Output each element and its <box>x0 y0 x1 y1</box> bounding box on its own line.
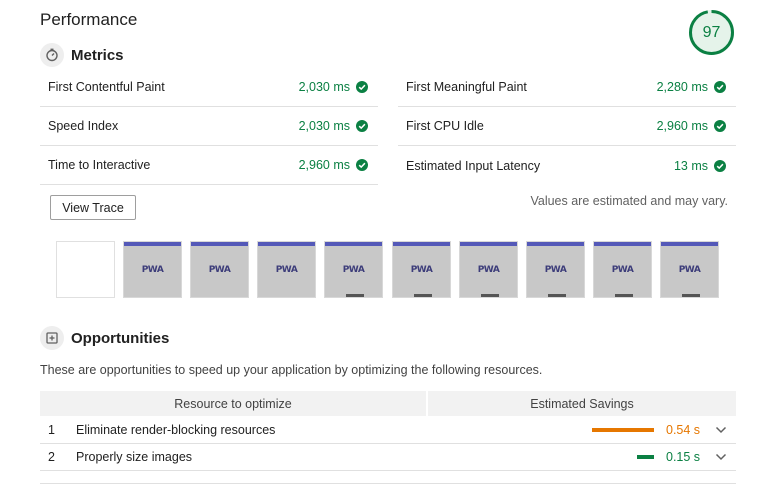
filmstrip-frame: PWA <box>526 241 585 298</box>
opportunity-index: 1 <box>48 423 55 437</box>
opportunity-icon <box>40 326 64 350</box>
filmstrip-frame: PWA <box>593 241 652 298</box>
metric-first-contentful-paint: First Contentful Paint 2,030 ms <box>40 68 378 107</box>
filmstrip-frame: PWA <box>660 241 719 298</box>
metric-value: 2,030 ms <box>298 119 350 133</box>
savings-bar <box>592 428 654 432</box>
savings-bar <box>637 455 654 459</box>
metric-value: 2,280 ms <box>656 80 708 94</box>
metric-first-meaningful-paint: First Meaningful Paint 2,280 ms <box>398 68 736 107</box>
metric-label: Estimated Input Latency <box>406 158 541 173</box>
pass-check-icon <box>714 159 726 172</box>
metric-time-to-interactive: Time to Interactive 2,960 ms <box>40 146 378 185</box>
opportunities-description: These are opportunities to speed up your… <box>40 363 543 377</box>
metric-value: 2,960 ms <box>656 119 708 133</box>
pass-check-icon <box>356 159 368 171</box>
pass-check-icon <box>714 120 726 132</box>
metrics-section-title: Metrics <box>71 46 124 64</box>
opportunity-index: 2 <box>48 450 55 464</box>
filmstrip-frame: PWA <box>257 241 316 298</box>
opportunity-row-render-blocking[interactable]: 1 Eliminate render-blocking resources 0.… <box>40 417 736 444</box>
opportunities-table-header: Resource to optimize Estimated Savings <box>40 391 736 416</box>
opportunity-savings: 0.15 s <box>666 450 701 464</box>
pwa-logo: PWA <box>275 265 298 275</box>
opportunities-section-header: Opportunities <box>40 326 169 350</box>
pass-check-icon <box>356 120 368 132</box>
filmstrip-frame: PWA <box>392 241 451 298</box>
opportunity-name: Properly size images <box>76 450 193 464</box>
column-header-resource: Resource to optimize <box>40 391 426 416</box>
filmstrip-frame: PWA <box>190 241 249 298</box>
metric-label: First CPU Idle <box>406 119 484 133</box>
pwa-logo: PWA <box>410 265 433 275</box>
chevron-down-icon[interactable] <box>714 425 728 435</box>
pwa-logo: PWA <box>544 265 567 275</box>
metric-value: 2,030 ms <box>298 80 350 94</box>
pwa-logo: PWA <box>477 265 500 275</box>
pwa-logo: PWA <box>208 265 231 275</box>
metrics-section-header: Metrics <box>40 43 124 67</box>
metric-label: Speed Index <box>48 119 119 133</box>
opportunities-section-title: Opportunities <box>71 329 170 347</box>
opportunity-savings: 0.54 s <box>666 423 701 437</box>
divider <box>40 483 736 484</box>
metric-first-cpu-idle: First CPU Idle 2,960 ms <box>398 107 736 146</box>
pwa-logo: PWA <box>611 265 634 275</box>
column-header-savings: Estimated Savings <box>428 391 736 416</box>
filmstrip-frame: PWA <box>123 241 182 298</box>
metric-value: 2,960 ms <box>298 158 350 172</box>
pass-check-icon <box>714 81 726 93</box>
filmstrip-frame: PWA <box>459 241 518 298</box>
opportunity-name: Eliminate render-blocking resources <box>76 423 276 437</box>
metric-label: Time to Interactive <box>48 158 151 172</box>
filmstrip-frame: PWA <box>324 241 383 298</box>
metric-speed-index: Speed Index 2,030 ms <box>40 107 378 146</box>
opportunity-row-size-images[interactable]: 2 Properly size images 0.15 s <box>40 444 736 471</box>
performance-score-value: 97 <box>702 24 721 41</box>
pwa-logo: PWA <box>342 265 365 275</box>
pass-check-icon <box>356 81 368 93</box>
chevron-down-icon[interactable] <box>714 452 728 462</box>
estimate-note: Values are estimated and may vary. <box>530 194 728 208</box>
pwa-logo: PWA <box>141 265 164 275</box>
metric-label: First Meaningful Paint <box>406 80 527 94</box>
metric-value: 13 ms <box>673 158 708 173</box>
metric-label: First Contentful Paint <box>48 80 165 94</box>
page-title: Performance <box>40 10 138 29</box>
filmstrip-frame-blank <box>56 241 115 298</box>
performance-score-gauge: 97 <box>688 9 735 56</box>
view-trace-button[interactable]: View Trace <box>50 195 136 220</box>
stopwatch-icon <box>40 43 64 67</box>
metric-estimated-input-latency: Estimated Input Latency 13 ms <box>398 146 736 185</box>
pwa-logo: PWA <box>678 265 701 275</box>
